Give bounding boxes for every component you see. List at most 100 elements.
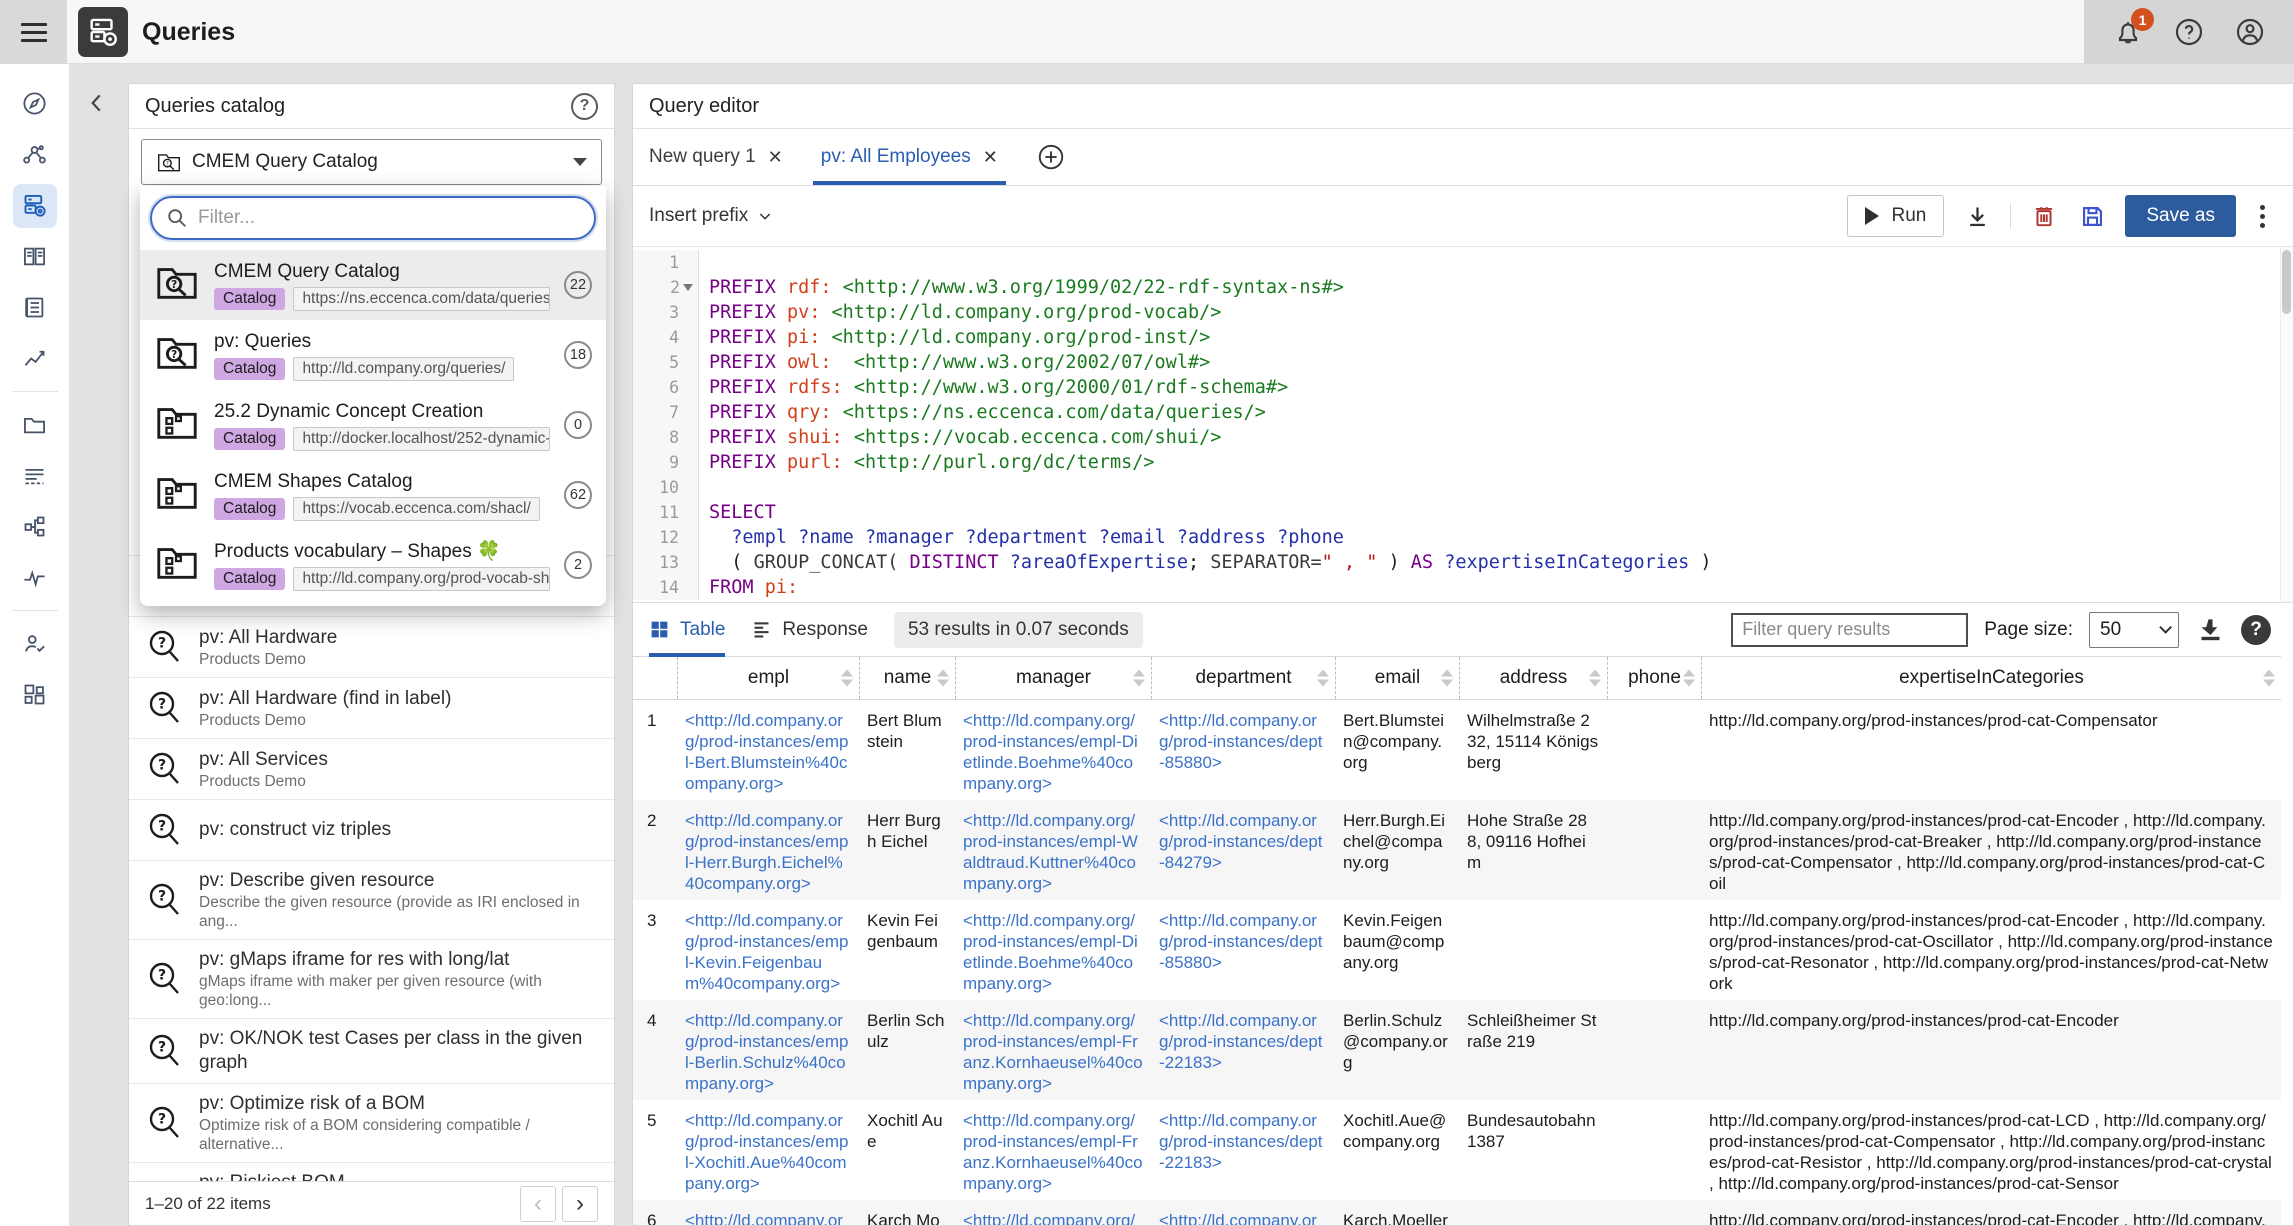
line-number-gutter: 14 <box>633 575 699 600</box>
query-list-item[interactable]: ? pv: All Hardware Products Demo <box>129 617 614 678</box>
sort-icon[interactable] <box>1441 670 1453 687</box>
results-tab-table[interactable]: Table <box>649 603 725 657</box>
catalog-item-title: pv: Queries <box>214 329 550 354</box>
query-list-item[interactable]: ? pv: construct viz triples <box>129 800 614 861</box>
download-results-button[interactable] <box>2195 615 2225 645</box>
query-item-subtitle: Products Demo <box>199 711 451 730</box>
sidebar-item-datasets-list[interactable] <box>0 282 70 333</box>
sidebar-item-access-control[interactable] <box>0 618 70 669</box>
sort-icon[interactable] <box>1317 670 1329 687</box>
cell-manager[interactable]: <http://ld.company.org/prod-instances/em… <box>955 1100 1151 1200</box>
column-header-rownum <box>633 657 677 699</box>
catalog-dropdown-item[interactable]: Products vocabulary – Shapes 🍀 Catalog h… <box>140 530 606 600</box>
cell-empl[interactable]: <http://ld.company.org/prod-instances/em… <box>677 800 859 900</box>
query-list-item[interactable]: ? pv: All Services Products Demo <box>129 739 614 800</box>
table-row: 6<http://ld.company.org/prod-instances/e… <box>633 1200 2281 1226</box>
query-list-item[interactable]: ? pv: Describe given resource Describe t… <box>129 861 614 940</box>
notifications-button[interactable]: 1 <box>2111 15 2145 49</box>
catalog-dropdown-item[interactable]: ? CMEM Query Catalog Catalog https://ns.… <box>140 250 606 320</box>
cell-phone <box>1607 800 1701 900</box>
query-list-item[interactable]: ? pv: OK/NOK test Cases per class in the… <box>129 1019 614 1084</box>
cell-manager[interactable]: <http://ld.company.org/prod-instances/em… <box>955 900 1151 1000</box>
catalog-dropdown-item[interactable]: 25.2 Dynamic Concept Creation Catalog ht… <box>140 390 606 460</box>
catalog-dropdown-item[interactable]: ? pv: Queries Catalog http://ld.company.… <box>140 320 606 390</box>
cell-department[interactable]: <http://ld.company.org/prod-instances/de… <box>1151 800 1335 900</box>
sort-icon[interactable] <box>2263 670 2275 687</box>
collapse-panel-button[interactable] <box>84 90 110 116</box>
run-query-button[interactable]: Run <box>1847 195 1944 237</box>
editor-scrollbar[interactable] <box>2280 247 2293 602</box>
more-options-button[interactable] <box>2254 203 2271 230</box>
close-tab-icon[interactable]: ✕ <box>768 147 783 168</box>
sidebar-item-apps[interactable] <box>0 669 70 720</box>
svg-text:?: ? <box>158 968 166 984</box>
fold-arrow-icon[interactable] <box>683 284 693 291</box>
user-account-button[interactable] <box>2233 15 2267 49</box>
cell-empl[interactable]: <http://ld.company.org/prod-instances/em… <box>677 1100 859 1200</box>
catalog-item-count-badge: 0 <box>564 411 592 439</box>
cell-manager[interactable]: <http://ld.company.org/prod-instances/em… <box>955 1000 1151 1100</box>
results-help-button[interactable]: ? <box>2241 615 2271 645</box>
download-query-button[interactable] <box>1962 201 1992 231</box>
sidebar-item-activities[interactable] <box>0 552 70 603</box>
pagination-prev-button[interactable]: ‹ <box>520 1186 556 1222</box>
catalog-item-uri: https://vocab.eccenca.com/shacl/ <box>293 497 539 521</box>
cell-empl[interactable]: <http://ld.company.org/prod-instances/em… <box>677 700 859 800</box>
cell-department[interactable]: <http://ld.company.org/prod-instances/d <box>1151 1200 1335 1226</box>
cell-empl[interactable]: <http://ld.company.org/prod-instances/em… <box>677 900 859 1000</box>
catalog-filter-input[interactable] <box>198 207 580 229</box>
pagination-next-button[interactable]: › <box>562 1186 598 1222</box>
sort-icon[interactable] <box>1133 670 1145 687</box>
catalog-item-count-badge: 2 <box>564 551 592 579</box>
filter-results-input[interactable] <box>1731 613 1968 647</box>
sort-icon[interactable] <box>937 670 949 687</box>
sidebar-item-workflows[interactable] <box>0 501 70 552</box>
sidebar-item-queries[interactable] <box>0 180 70 231</box>
cell-department[interactable]: <http://ld.company.org/prod-instances/de… <box>1151 700 1335 800</box>
cell-empl[interactable]: <http://ld.company.org/prod-instances/em… <box>677 1000 859 1100</box>
catalog-dropdown-item[interactable]: CMEM Shapes Catalog Catalog https://voca… <box>140 460 606 530</box>
queries-app-logo <box>78 7 128 57</box>
query-list-item[interactable]: ? pv: Optimize risk of a BOM Optimize ri… <box>129 1084 614 1163</box>
page-size-select[interactable]: 50 <box>2089 612 2179 648</box>
results-tab-response[interactable]: Response <box>751 603 868 657</box>
query-item-subtitle: Products Demo <box>199 772 328 791</box>
sidebar-item-projects[interactable] <box>0 399 70 450</box>
cell-empl[interactable]: <http://ld.company.org/prod-instances/em… <box>677 1200 859 1226</box>
sort-icon[interactable] <box>1683 670 1695 687</box>
tab-label: New query 1 <box>649 146 756 168</box>
tab-new-query-1[interactable]: New query 1 ✕ <box>649 129 783 185</box>
cell-manager[interactable]: <http://ld.company.org/prod-instances/em… <box>955 800 1151 900</box>
add-tab-button[interactable] <box>1036 129 1066 185</box>
sort-icon[interactable] <box>841 670 853 687</box>
sidebar-item-explore[interactable] <box>0 78 70 129</box>
close-tab-icon[interactable]: ✕ <box>983 147 998 168</box>
delete-query-button[interactable] <box>2029 201 2059 231</box>
sidebar-item-vocabularies[interactable] <box>0 231 70 282</box>
query-list-item[interactable]: ? pv: gMaps iframe for res with long/lat… <box>129 940 614 1019</box>
save-as-button[interactable]: Save as <box>2125 195 2236 237</box>
sort-icon[interactable] <box>1589 670 1601 687</box>
sidebar-item-datasets[interactable] <box>0 450 70 501</box>
sidebar-item-metrics[interactable] <box>0 333 70 384</box>
cell-department[interactable]: <http://ld.company.org/prod-instances/de… <box>1151 1100 1335 1200</box>
help-button[interactable] <box>2172 15 2206 49</box>
cell-department[interactable]: <http://ld.company.org/prod-instances/de… <box>1151 1000 1335 1100</box>
catalog-select-dropdown[interactable]: ? CMEM Query Catalog <box>141 139 602 185</box>
catalog-help-button[interactable]: ? <box>571 93 598 120</box>
query-list-item[interactable]: ? pv: All Hardware (find in label) Produ… <box>129 678 614 739</box>
insert-prefix-button[interactable]: Insert prefix <box>649 205 773 227</box>
hamburger-menu-button[interactable] <box>0 0 67 64</box>
cell-department[interactable]: <http://ld.company.org/prod-instances/de… <box>1151 900 1335 1000</box>
cell-phone <box>1607 700 1701 800</box>
query-item-title: pv: gMaps iframe for res with long/lat <box>199 948 598 972</box>
sparql-code-editor[interactable]: 12PREFIX rdf: <http://www.w3.org/1999/02… <box>633 246 2293 602</box>
cell-email: Xochitl.Aue@company.org <box>1335 1100 1459 1200</box>
tab-pv-all-employees[interactable]: pv: All Employees ✕ <box>821 129 998 185</box>
cell-manager[interactable]: <http://ld.company.org/prod-instances/em… <box>955 1200 1151 1226</box>
catalog-item-title: CMEM Shapes Catalog <box>214 469 550 494</box>
sidebar-item-knowledge-graph[interactable] <box>0 129 70 180</box>
save-query-button[interactable] <box>2077 201 2107 231</box>
download-icon <box>1964 203 1991 230</box>
cell-manager[interactable]: <http://ld.company.org/prod-instances/em… <box>955 700 1151 800</box>
